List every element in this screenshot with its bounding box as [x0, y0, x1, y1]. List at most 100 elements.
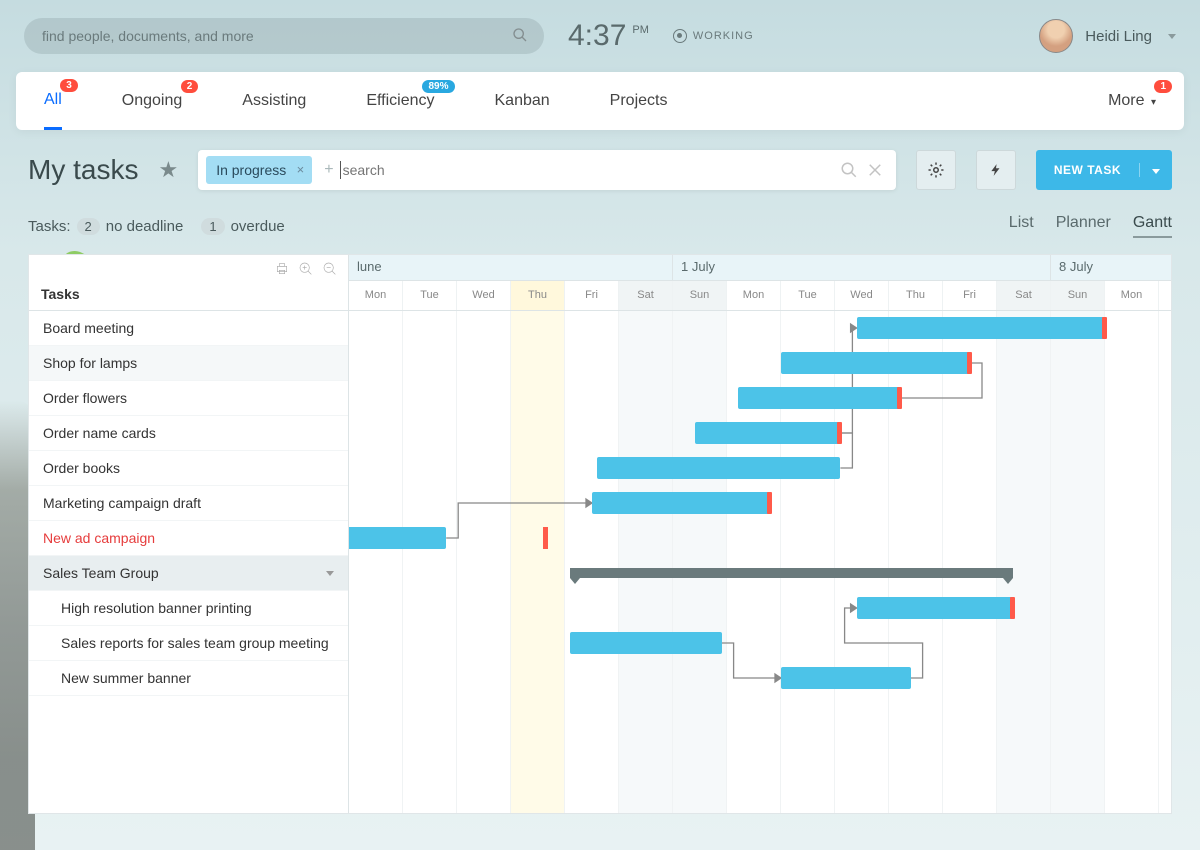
overdue-label: overdue [231, 218, 285, 235]
star-icon[interactable]: ★ [158, 157, 178, 183]
gantt-bar[interactable] [592, 492, 770, 514]
task-row[interactable]: Sales reports for sales team group meeti… [29, 626, 348, 661]
gear-icon [927, 161, 945, 179]
summary-row: Tasks: 2 no deadline 1 overdue List Plan… [0, 202, 1200, 254]
working-status[interactable]: WORKING [673, 29, 754, 43]
chevron-down-icon: ▾ [1151, 97, 1156, 108]
close-icon[interactable]: × [297, 162, 305, 177]
task-group-row[interactable]: Sales Team Group [29, 556, 348, 591]
search-icon[interactable] [840, 161, 858, 179]
view-switch: List Planner Gantt [1009, 214, 1172, 238]
title-row: My tasks ★ In progress × + NEW TASK [0, 130, 1200, 202]
task-row[interactable]: Order books [29, 451, 348, 486]
global-search [24, 18, 544, 54]
settings-button[interactable] [916, 150, 956, 190]
user-menu[interactable]: Heidi Ling [1039, 19, 1176, 53]
gantt-bar[interactable] [738, 387, 900, 409]
new-task-dropdown[interactable] [1139, 163, 1172, 177]
tab-kanban[interactable]: Kanban [495, 74, 550, 128]
tab-label: Efficiency [366, 92, 434, 109]
filter-bar: In progress × + [198, 150, 896, 190]
gantt-chart-area[interactable] [349, 311, 1171, 813]
new-task-button[interactable]: NEW TASK [1036, 150, 1172, 190]
no-deadline-count[interactable]: 2 [77, 218, 100, 235]
chevron-down-icon [1168, 34, 1176, 39]
gantt-bar[interactable] [857, 597, 1014, 619]
deadline-marker [1102, 317, 1107, 339]
working-label: WORKING [693, 30, 754, 42]
day-label: Thu [511, 281, 565, 310]
global-search-input[interactable] [24, 18, 544, 54]
task-name: Board meeting [43, 320, 134, 336]
tab-more[interactable]: More ▾ 1 [1108, 74, 1156, 128]
tab-label: More [1108, 92, 1144, 109]
gantt-bar[interactable] [781, 667, 911, 689]
task-row[interactable]: Order name cards [29, 416, 348, 451]
tab-badge: 1 [1154, 80, 1172, 93]
chevron-down-icon [1152, 169, 1160, 174]
deadline-marker [767, 492, 772, 514]
day-label: Mon [1105, 281, 1159, 310]
day-label: Wed [835, 281, 889, 310]
day-label: Sun [1051, 281, 1105, 310]
gantt-bar[interactable] [857, 317, 1105, 339]
tab-ongoing[interactable]: Ongoing 2 [122, 74, 183, 128]
gantt-bars [349, 311, 1171, 813]
group-bar[interactable] [570, 568, 1013, 578]
gantt-bar[interactable] [695, 422, 841, 444]
task-row[interactable]: Board meeting [29, 311, 348, 346]
tab-assisting[interactable]: Assisting [242, 74, 306, 128]
record-icon [673, 29, 687, 43]
tabs-bar: All 3 Ongoing 2 Assisting Efficiency 89%… [16, 72, 1184, 130]
close-icon[interactable] [866, 161, 884, 179]
gantt-bar[interactable] [781, 352, 970, 374]
page-title: My tasks [28, 154, 138, 186]
zoom-out-icon[interactable] [322, 261, 338, 277]
gantt-bar[interactable] [570, 632, 721, 654]
tab-all[interactable]: All 3 [44, 73, 62, 130]
zoom-in-icon[interactable] [298, 261, 314, 277]
tab-projects[interactable]: Projects [610, 74, 668, 128]
deadline-marker [897, 387, 902, 409]
view-list[interactable]: List [1009, 214, 1034, 238]
view-planner[interactable]: Planner [1056, 214, 1111, 238]
no-deadline-label: no deadline [106, 218, 184, 235]
clock-ampm: PM [632, 24, 649, 36]
task-row[interactable]: New ad campaign [29, 521, 348, 556]
new-task-label: NEW TASK [1036, 163, 1139, 177]
task-row[interactable]: New summer banner [29, 661, 348, 696]
overdue-count[interactable]: 1 [201, 218, 224, 235]
filter-search-input[interactable] [340, 161, 836, 179]
tab-label: Assisting [242, 92, 306, 109]
clock-time: 4:37 [568, 19, 626, 53]
clock: 4:37 PM [568, 19, 649, 53]
chevron-down-icon[interactable] [326, 571, 334, 576]
task-row[interactable]: Marketing campaign draft [29, 486, 348, 521]
day-label: Fri [943, 281, 997, 310]
day-label: Mon [349, 281, 403, 310]
task-row[interactable]: Shop for lamps [29, 346, 348, 381]
task-name: Order name cards [43, 425, 156, 441]
task-row[interactable]: High resolution banner printing [29, 591, 348, 626]
month-label: lune [349, 255, 673, 280]
day-label: Fri [565, 281, 619, 310]
filter-chip-in-progress[interactable]: In progress × [206, 156, 312, 184]
print-icon[interactable] [274, 261, 290, 277]
task-name: Order flowers [43, 390, 127, 406]
task-row[interactable]: Order flowers [29, 381, 348, 416]
view-gantt[interactable]: Gantt [1133, 214, 1172, 238]
deadline-marker [1010, 597, 1015, 619]
task-name: New ad campaign [43, 530, 155, 546]
filter-chip-label: In progress [216, 162, 286, 178]
gantt-tools [274, 261, 338, 277]
task-name: New summer banner [61, 670, 191, 686]
day-label: Sat [619, 281, 673, 310]
deadline-marker [967, 352, 972, 374]
gantt-body: Board meeting Shop for lamps Order flowers… [29, 311, 1171, 813]
gantt-bar[interactable] [597, 457, 840, 479]
plus-icon[interactable]: + [324, 161, 333, 179]
tab-efficiency[interactable]: Efficiency 89% [366, 74, 434, 128]
gantt-bar[interactable] [349, 527, 446, 549]
task-list: Board meeting Shop for lamps Order flowers… [29, 311, 349, 813]
quick-action-button[interactable] [976, 150, 1016, 190]
